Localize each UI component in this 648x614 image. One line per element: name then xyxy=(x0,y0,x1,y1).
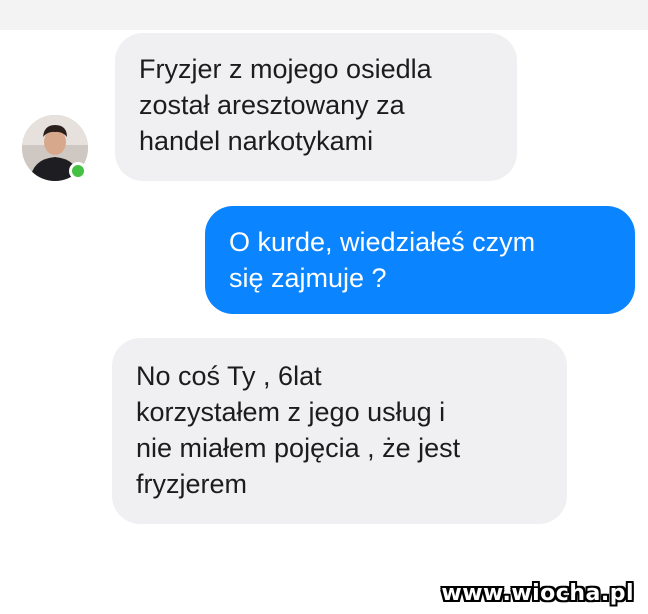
online-status-icon xyxy=(69,162,87,180)
site-watermark: www.wiocha.pl xyxy=(441,581,634,606)
message-bubble-outgoing-1[interactable]: O kurde, wiedziałeś czym się zajmuje ? xyxy=(205,206,635,314)
message-bubble-incoming-2[interactable]: No coś Ty , 6lat korzystałem z jego usłu… xyxy=(112,338,567,524)
message-line: się zajmuje ? xyxy=(229,263,387,293)
top-bar xyxy=(0,0,648,30)
message-line: został aresztowany za xyxy=(139,90,405,120)
message-line: O kurde, wiedziałeś czym xyxy=(229,227,536,257)
message-line: korzystałem z jego usług i xyxy=(136,397,446,427)
message-line: handel narkotykami xyxy=(139,126,374,156)
message-line: Fryzjer z mojego osiedla xyxy=(139,54,432,84)
message-line: fryzjerem xyxy=(136,469,248,499)
message-line: No coś Ty , 6lat xyxy=(136,361,322,391)
message-line: nie miałem pojęcia , że jest xyxy=(136,433,461,463)
message-bubble-incoming-1[interactable]: Fryzjer z mojego osiedla został aresztow… xyxy=(115,33,517,181)
